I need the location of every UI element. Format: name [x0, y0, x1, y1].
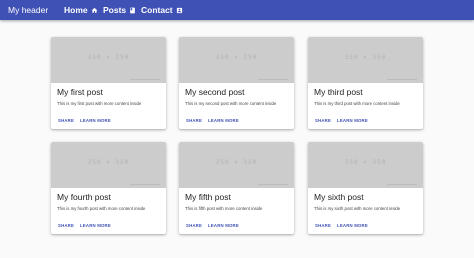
nav-home-link[interactable]: Home — [64, 5, 98, 15]
post-card: 350 × 350 My fifth post This is fifth po… — [179, 142, 294, 234]
image-size-label: 350 × 350 — [215, 159, 258, 166]
card-actions: Share Learn more — [51, 222, 166, 230]
share-button[interactable]: Share — [186, 222, 202, 230]
app-bar: My header Home Posts Contact — [0, 0, 474, 20]
card-image-placeholder: 350 × 350 — [308, 37, 423, 83]
card-image-placeholder: 350 × 350 — [179, 37, 294, 83]
card-actions: Share Learn more — [308, 222, 423, 230]
card-actions: Share Learn more — [179, 117, 294, 125]
image-watermark — [387, 184, 417, 185]
share-button[interactable]: Share — [58, 117, 74, 125]
card-actions: Share Learn more — [308, 117, 423, 125]
card-description: This is my sixth post with more content … — [314, 206, 401, 211]
post-card: 350 × 350 My fourth post This is my four… — [51, 142, 166, 234]
learn-more-button[interactable]: Learn more — [80, 117, 111, 125]
card-title: My second post — [185, 87, 245, 97]
card-title: My first post — [57, 87, 103, 97]
home-icon — [91, 7, 98, 13]
card-image-placeholder: 350 × 350 — [308, 142, 423, 188]
image-watermark — [130, 79, 160, 80]
card-title: My sixth post — [314, 192, 364, 202]
book-icon — [130, 7, 135, 13]
learn-more-button[interactable]: Learn more — [337, 222, 368, 230]
card-actions: Share Learn more — [179, 222, 294, 230]
card-description: This is fifth post with more content ins… — [185, 206, 263, 211]
card-actions: Share Learn more — [51, 117, 166, 125]
image-size-label: 350 × 350 — [344, 159, 387, 166]
image-watermark — [130, 184, 160, 185]
learn-more-button[interactable]: Learn more — [337, 117, 368, 125]
learn-more-button[interactable]: Learn more — [80, 222, 111, 230]
card-description: This is my third post with more content … — [314, 101, 400, 106]
nav-contact-link[interactable]: Contact — [141, 5, 183, 15]
card-description: This is my second post with more content… — [185, 101, 277, 106]
image-watermark — [387, 79, 417, 80]
image-size-label: 350 × 350 — [87, 159, 130, 166]
card-image-placeholder: 350 × 350 — [179, 142, 294, 188]
card-description: This is my fourth post with more content… — [57, 206, 146, 211]
app-title: My header — [8, 5, 49, 15]
nav-home-label: Home — [64, 5, 88, 15]
learn-more-button[interactable]: Learn more — [208, 117, 239, 125]
card-title: My fifth post — [185, 192, 231, 202]
image-size-label: 350 × 350 — [87, 54, 130, 61]
post-card: 350 × 350 My third post This is my third… — [308, 37, 423, 129]
image-watermark — [258, 184, 288, 185]
image-watermark — [258, 79, 288, 80]
image-size-label: 350 × 350 — [215, 54, 258, 61]
nav-posts-link[interactable]: Posts — [103, 5, 136, 15]
share-button[interactable]: Share — [58, 222, 74, 230]
share-button[interactable]: Share — [315, 222, 331, 230]
image-size-label: 350 × 350 — [344, 54, 387, 61]
card-image-placeholder: 350 × 350 — [51, 37, 166, 83]
nav-contact-label: Contact — [141, 5, 173, 15]
post-card: 350 × 350 My sixth post This is my sixth… — [308, 142, 423, 234]
share-button[interactable]: Share — [315, 117, 331, 125]
post-card: 350 × 350 My first post This is my first… — [51, 37, 166, 129]
card-description: This is my first post with more content … — [57, 101, 142, 106]
contact-card-icon — [176, 7, 182, 13]
learn-more-button[interactable]: Learn more — [208, 222, 239, 230]
card-title: My fourth post — [57, 192, 111, 202]
share-button[interactable]: Share — [186, 117, 202, 125]
card-image-placeholder: 350 × 350 — [51, 142, 166, 188]
post-card: 350 × 350 My second post This is my seco… — [179, 37, 294, 129]
nav-posts-label: Posts — [103, 5, 127, 15]
card-title: My third post — [314, 87, 363, 97]
